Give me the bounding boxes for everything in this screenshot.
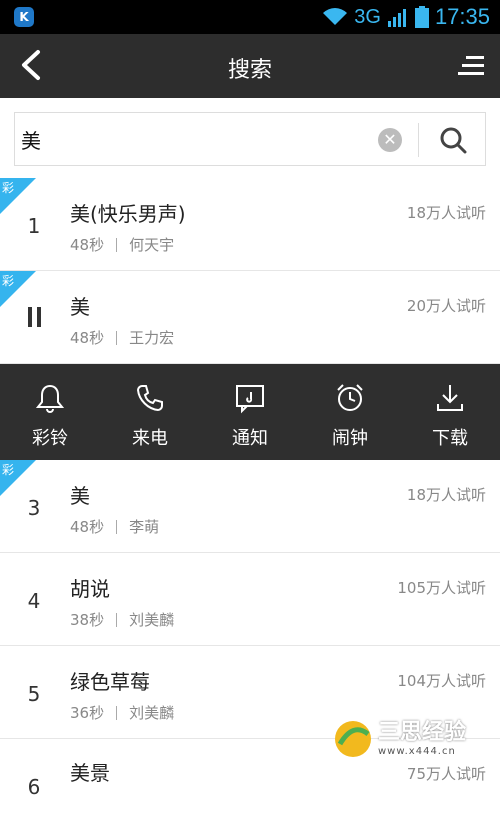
rank: 5 xyxy=(27,682,41,706)
rank: 3 xyxy=(27,496,41,520)
action-label: 来电 xyxy=(132,428,168,449)
result-row[interactable]: 彩 1 美(快乐男声) 48秒 何天宇 18万人试听 xyxy=(0,178,500,271)
watermark-url: www.x444.cn xyxy=(378,746,456,757)
song-meta: 36秒 刘美麟 xyxy=(70,702,174,723)
badge-label: 彩 xyxy=(2,181,15,195)
top-app-bar: 搜索 xyxy=(0,34,500,98)
signal-icon xyxy=(387,9,406,27)
listen-count: 18万人试听 xyxy=(406,486,486,504)
set-notification-button[interactable]: 通知 xyxy=(200,364,300,460)
song-meta: 48秒 李萌 xyxy=(70,516,159,537)
phone-icon xyxy=(136,385,163,412)
listen-count: 18万人试听 xyxy=(406,204,486,222)
status-bar: K 3G 17:35 xyxy=(0,0,500,34)
set-ringtone-button[interactable]: 来电 xyxy=(100,364,200,460)
duration: 48秒 xyxy=(70,518,105,536)
search-input[interactable] xyxy=(19,123,363,155)
search-box: ✕ xyxy=(14,112,486,166)
ringtone-action-bar: 彩铃 来电 通知 闹钟 下载 xyxy=(0,364,500,460)
watermark-logo-icon xyxy=(335,721,371,757)
result-row[interactable]: 彩 美 48秒 王力宏 20万人试听 xyxy=(0,271,500,364)
song-title: 美景 xyxy=(70,761,110,785)
action-label: 彩铃 xyxy=(32,428,68,449)
listen-count: 105万人试听 xyxy=(397,579,486,597)
song-title: 美 xyxy=(70,484,90,508)
artist: 何天宇 xyxy=(129,236,175,254)
menu-icon[interactable] xyxy=(458,54,484,76)
action-label: 下载 xyxy=(432,428,468,449)
result-row[interactable]: 4 胡说 38秒 刘美麟 105万人试听 xyxy=(0,553,500,646)
set-ringback-button[interactable]: 彩铃 xyxy=(0,364,100,460)
download-icon xyxy=(437,385,463,411)
download-button[interactable]: 下载 xyxy=(400,364,500,460)
app-notification-icon: K xyxy=(14,7,34,27)
song-meta: 48秒 王力宏 xyxy=(70,327,174,348)
listen-count: 104万人试听 xyxy=(397,672,486,690)
search-icon[interactable] xyxy=(439,126,467,154)
rank: 1 xyxy=(27,214,41,238)
song-title: 美 xyxy=(70,295,90,319)
song-title: 美(快乐男声) xyxy=(70,202,186,226)
clock: 17:35 xyxy=(434,4,490,29)
divider xyxy=(418,123,419,157)
song-meta: 48秒 何天宇 xyxy=(70,234,174,255)
site-watermark: 三思经验 www.x444.cn xyxy=(330,712,500,768)
alarm-icon xyxy=(337,384,363,411)
wifi-icon xyxy=(323,8,348,25)
action-label: 通知 xyxy=(232,428,268,449)
artist: 刘美麟 xyxy=(129,611,175,629)
artist: 刘美麟 xyxy=(129,704,175,722)
rank: 4 xyxy=(27,589,41,613)
result-row[interactable]: 彩 3 美 48秒 李萌 18万人试听 xyxy=(0,460,500,553)
listen-count: 20万人试听 xyxy=(406,297,486,315)
duration: 36秒 xyxy=(70,704,105,722)
network-type: 3G xyxy=(354,5,381,28)
song-title: 绿色草莓 xyxy=(70,670,150,694)
result-list-continued: 彩 3 美 48秒 李萌 18万人试听 4 胡说 38秒 刘美麟 105万人试听 5… xyxy=(0,460,500,831)
duration: 38秒 xyxy=(70,611,105,629)
set-alarm-button[interactable]: 闹钟 xyxy=(300,364,400,460)
result-list: 彩 1 美(快乐男声) 48秒 何天宇 18万人试听 彩 美 48秒 王力宏 20万… xyxy=(0,178,500,364)
watermark-text: 三思经验 xyxy=(378,720,467,745)
pause-icon[interactable] xyxy=(28,307,42,327)
page-title: 搜索 xyxy=(227,58,272,83)
song-title: 胡说 xyxy=(70,577,110,601)
clear-search-icon[interactable]: ✕ xyxy=(378,128,402,152)
action-label: 闹钟 xyxy=(332,428,368,449)
artist: 王力宏 xyxy=(129,329,175,347)
battery-icon xyxy=(414,6,429,28)
song-meta: 38秒 刘美麟 xyxy=(70,609,174,630)
badge-label: 彩 xyxy=(2,274,15,288)
rank: 6 xyxy=(27,775,41,799)
notification-icon xyxy=(236,385,264,414)
bell-icon xyxy=(35,384,65,413)
duration: 48秒 xyxy=(70,329,105,347)
duration: 48秒 xyxy=(70,236,105,254)
badge-label: 彩 xyxy=(2,463,15,477)
artist: 李萌 xyxy=(129,518,160,536)
